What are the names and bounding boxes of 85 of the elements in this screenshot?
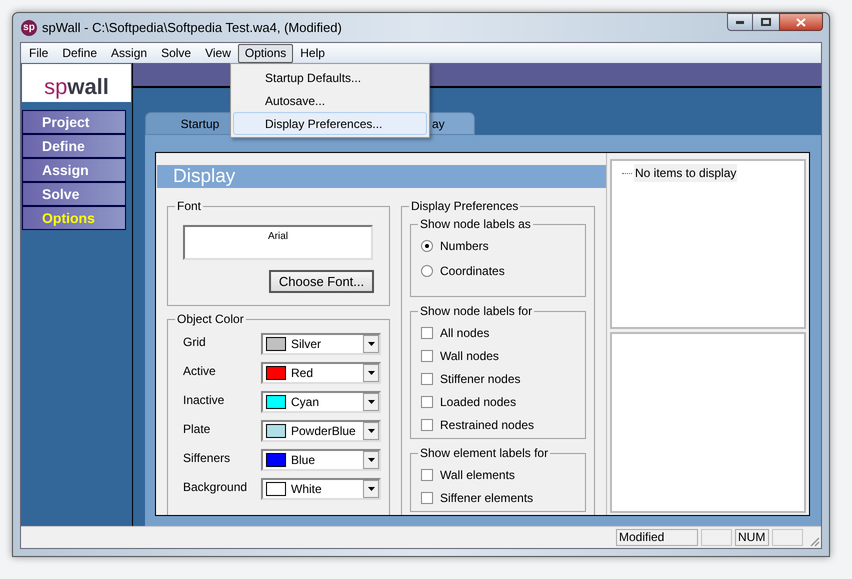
- sidebar-item[interactable]: Assign: [22, 158, 126, 182]
- choose-font-button[interactable]: Choose Font...: [269, 270, 374, 293]
- caret-icon: [368, 400, 374, 404]
- dropdown-button[interactable]: [363, 364, 379, 382]
- app-icon: sp: [21, 20, 37, 36]
- checkbox[interactable]: [421, 327, 433, 339]
- group-title: Show node labels as: [418, 217, 533, 231]
- font-preview: Arial: [183, 225, 373, 260]
- group-title: Show element labels for: [418, 446, 550, 460]
- status-panel: NUM: [735, 529, 769, 546]
- group-title: Display Preferences: [409, 199, 520, 213]
- tree-item[interactable]: No items to display: [634, 164, 738, 182]
- color-name: Blue: [291, 452, 316, 469]
- color-name: White: [291, 481, 322, 498]
- caret-icon: [368, 371, 374, 375]
- dropdown-menu-item[interactable]: Startup Defaults...: [233, 66, 427, 89]
- radio-button[interactable]: [421, 265, 433, 277]
- close-icon: [796, 18, 806, 26]
- color-dropdown[interactable]: PowderBlue: [261, 420, 381, 442]
- color-label: Grid: [183, 334, 207, 351]
- checkbox-label: Wall nodes: [440, 348, 499, 365]
- logo: spwall: [22, 64, 131, 102]
- sidebar-item[interactable]: Project: [22, 110, 126, 134]
- caret-icon: [368, 458, 374, 462]
- dropdown-menu-item[interactable]: Display Preferences...: [233, 112, 427, 135]
- group-title: Font: [175, 199, 204, 213]
- checkbox-label: Restrained nodes: [440, 417, 534, 434]
- color-name: Red: [291, 365, 314, 382]
- checkbox[interactable]: [421, 419, 433, 431]
- resize-grip-icon: [808, 535, 820, 547]
- checkbox-label: All nodes: [440, 325, 490, 342]
- caret-icon: [368, 429, 374, 433]
- checkbox-label: Loaded nodes: [440, 394, 516, 411]
- checkbox[interactable]: [421, 396, 433, 408]
- menu-item[interactable]: Solve: [154, 44, 198, 62]
- color-label: Background: [183, 479, 248, 496]
- color-label: Inactive: [183, 392, 226, 409]
- color-name: Cyan: [291, 394, 320, 411]
- maximize-icon: [761, 18, 771, 26]
- menu-item[interactable]: View: [198, 44, 238, 62]
- dropdown-button[interactable]: [363, 335, 379, 353]
- dropdown-menu-item[interactable]: Autosave...: [233, 89, 427, 112]
- menu-item[interactable]: File: [22, 44, 56, 62]
- color-dropdown[interactable]: White: [261, 478, 381, 500]
- checkbox-label: Wall elements: [440, 467, 515, 484]
- dropdown-button[interactable]: [363, 422, 379, 440]
- sidebar-item[interactable]: Options: [22, 206, 126, 230]
- radio-label: Coordinates: [440, 263, 505, 280]
- color-dropdown[interactable]: Silver: [261, 333, 381, 355]
- checkbox[interactable]: [421, 350, 433, 362]
- menu-item[interactable]: Assign: [104, 44, 154, 62]
- group-title: Object Color: [175, 312, 246, 326]
- color-dropdown[interactable]: Blue: [261, 449, 381, 471]
- radio-button[interactable]: [421, 240, 433, 252]
- panel-title: Display: [157, 165, 606, 188]
- status-panel: Modified: [616, 529, 698, 546]
- checkbox-label: Stiffener nodes: [440, 371, 521, 388]
- dropdown-button[interactable]: [363, 451, 379, 469]
- dropdown-button[interactable]: [363, 393, 379, 411]
- minimize-icon: [736, 20, 744, 24]
- sidebar-item[interactable]: Define: [22, 134, 126, 158]
- maximize-button[interactable]: [753, 13, 779, 31]
- color-label: Siffeners: [183, 450, 232, 467]
- group-title: Show node labels for: [418, 304, 534, 318]
- checkbox-label: Siffener elements: [440, 490, 534, 507]
- color-label: Plate: [183, 421, 212, 438]
- menu-item[interactable]: Help: [293, 44, 332, 62]
- sidebar-item[interactable]: Solve: [22, 182, 126, 206]
- checkbox[interactable]: [421, 492, 433, 504]
- color-name: Silver: [291, 336, 322, 353]
- menu-item[interactable]: Define: [55, 44, 104, 62]
- menu-item[interactable]: Options: [238, 44, 294, 62]
- window-title: spWall - C:\Softpedia\Softpedia Test.wa4, (Modified): [42, 18, 342, 37]
- color-name: PowderBlue: [291, 423, 356, 440]
- minimize-button[interactable]: [727, 13, 753, 31]
- color-dropdown[interactable]: Cyan: [261, 391, 381, 413]
- dropdown-button[interactable]: [363, 480, 379, 498]
- radio-label: Numbers: [440, 238, 489, 255]
- caret-icon: [368, 487, 374, 491]
- color-dropdown[interactable]: Red: [261, 362, 381, 384]
- color-label: Active: [183, 363, 217, 380]
- checkbox[interactable]: [421, 469, 433, 481]
- close-button[interactable]: [779, 13, 823, 31]
- checkbox[interactable]: [421, 373, 433, 385]
- caret-icon: [368, 342, 374, 346]
